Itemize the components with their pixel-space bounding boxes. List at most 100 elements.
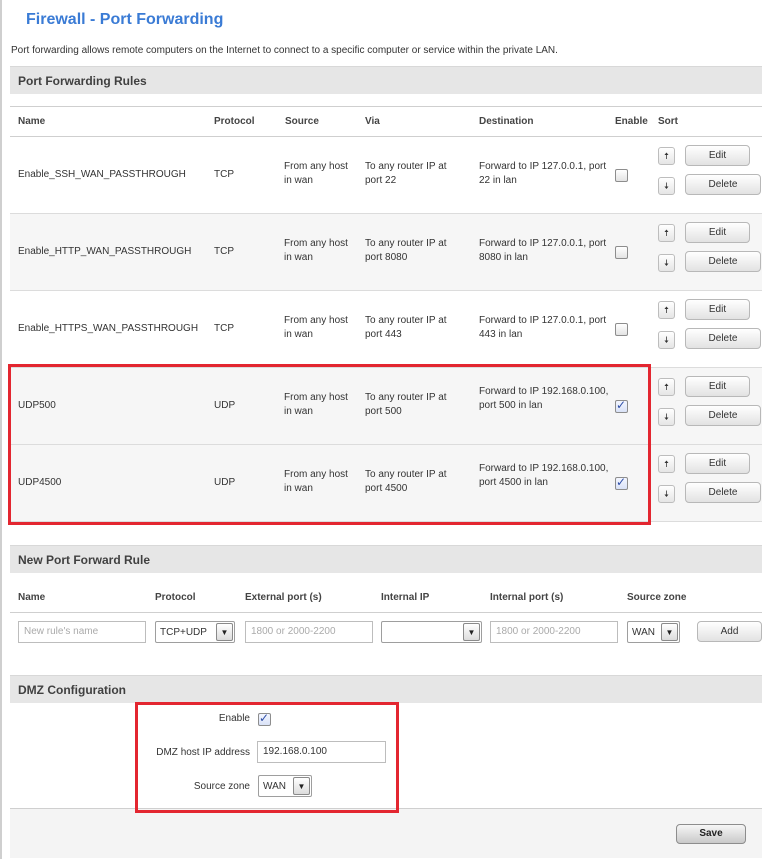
col-internal-ip: Internal IP [381,592,430,603]
rule-via: To any router IP at port 443 [365,315,447,340]
col-external-port: External port (s) [245,592,322,603]
new-rule-section-title: New Port Forward Rule [10,545,762,573]
col-enable: Enable [615,116,648,127]
source-zone-select-value: WAN [632,627,655,638]
rule-via: To any router IP at port 8080 [365,238,447,263]
rule-destination: Forward to IP 127.0.0.1, port 8080 in la… [479,238,607,263]
rule-source: From any host in wan [284,392,348,417]
edit-button[interactable]: Edit [685,453,750,474]
sort-down-button[interactable]: 🠇 [658,177,675,195]
intro-text: Port forwarding allows remote computers … [11,45,558,56]
rule-source: From any host in wan [284,469,348,494]
table-row: Enable_SSH_WAN_PASSTHROUGH TCP From any … [10,137,762,214]
check-icon: ✓ [616,398,627,412]
sort-up-button[interactable]: 🠅 [658,455,675,473]
sort-down-button[interactable]: 🠇 [658,485,675,503]
delete-button[interactable]: Delete [685,251,761,272]
sort-down-button[interactable]: 🠇 [658,331,675,349]
chevron-down-icon: ▼ [463,623,480,641]
chevron-down-icon: ▼ [216,623,233,641]
protocol-select-value: TCP+UDP [160,627,207,638]
table-row: Enable_HTTP_WAN_PASSTHROUGH TCP From any… [10,214,762,291]
sort-down-button[interactable]: 🠇 [658,254,675,272]
source-zone-select[interactable]: WAN ▼ [627,621,680,643]
rule-destination: Forward to IP 192.168.0.100, port 4500 i… [479,463,609,488]
new-rule-header-row: Name Protocol External port (s) Internal… [10,583,762,613]
rule-enable-checkbox[interactable]: ✓ [615,323,628,336]
col-protocol: Protocol [214,116,255,127]
footer-bar: Save [10,808,762,858]
rule-enable-checkbox[interactable]: ✓ [615,246,628,259]
add-rule-button[interactable]: Add [697,621,762,642]
edit-button[interactable]: Edit [685,145,750,166]
dmz-source-zone-value: WAN [263,781,286,792]
delete-button[interactable]: Delete [685,482,761,503]
sort-up-button[interactable]: 🠅 [658,301,675,319]
rule-source: From any host in wan [284,161,348,186]
rule-name: UDP4500 [18,477,62,488]
rules-section-title: Port Forwarding Rules [10,66,762,94]
rule-protocol: TCP [214,169,234,180]
rule-via: To any router IP at port 4500 [365,469,447,494]
rule-enable-checkbox[interactable]: ✓ [615,169,628,182]
rule-via: To any router IP at port 22 [365,161,447,186]
rule-protocol: TCP [214,246,234,257]
edit-button[interactable]: Edit [685,376,750,397]
page-title: Firewall - Port Forwarding [26,11,224,28]
save-button[interactable]: Save [676,824,746,844]
left-border [0,0,2,859]
table-row: Enable_HTTPS_WAN_PASSTHROUGH TCP From an… [10,291,762,368]
delete-button[interactable]: Delete [685,174,761,195]
rule-destination: Forward to IP 127.0.0.1, port 22 in lan [479,161,607,186]
dmz-host-ip-label: DMZ host IP address [156,747,250,758]
col-name: Name [18,116,46,127]
rules-table: Name Protocol Source Via Destination Ena… [10,106,762,522]
rule-enable-checkbox[interactable]: ✓ [615,475,628,490]
delete-button[interactable]: Delete [685,328,761,349]
rule-name: Enable_SSH_WAN_PASSTHROUGH [18,169,186,180]
rule-destination: Forward to IP 192.168.0.100, port 500 in… [479,386,609,411]
col-protocol: Protocol [155,592,196,603]
sort-up-button[interactable]: 🠅 [658,224,675,242]
rule-name: Enable_HTTPS_WAN_PASSTHROUGH [18,323,199,334]
internal-port-input[interactable]: 1800 or 2000-2200 [490,621,618,643]
chevron-down-icon: ▼ [661,623,678,641]
dmz-enable-label: Enable [218,713,250,724]
col-source: Source [285,116,319,127]
col-destination: Destination [479,116,534,127]
col-name: Name [18,592,46,603]
check-icon: ✓ [616,475,627,489]
table-row: UDP500 UDP From any host in wan To any r… [10,368,762,445]
internal-ip-select[interactable]: ▼ [381,621,482,643]
rule-protocol: UDP [214,400,236,411]
rule-source: From any host in wan [284,315,348,340]
dmz-source-zone-select[interactable]: WAN ▼ [258,775,312,797]
rule-enable-checkbox[interactable]: ✓ [615,398,628,413]
dmz-source-zone-label: Source zone [193,781,250,792]
dmz-host-ip-input[interactable]: 192.168.0.100 [257,741,386,763]
sort-up-button[interactable]: 🠅 [658,378,675,396]
rule-name-input[interactable]: New rule's name [18,621,146,643]
delete-button[interactable]: Delete [685,405,761,426]
dmz-section-title: DMZ Configuration [10,675,762,703]
protocol-select[interactable]: TCP+UDP ▼ [155,621,235,643]
external-port-input[interactable]: 1800 or 2000-2200 [245,621,373,643]
col-source-zone: Source zone [627,592,687,603]
col-via: Via [365,116,380,127]
dmz-enable-checkbox[interactable]: ✓ [258,711,271,726]
edit-button[interactable]: Edit [685,222,750,243]
sort-up-button[interactable]: 🠅 [658,147,675,165]
rule-protocol: TCP [214,323,234,334]
rule-via: To any router IP at port 500 [365,392,447,417]
rules-header-row: Name Protocol Source Via Destination Ena… [10,106,762,137]
check-icon: ✓ [259,711,270,725]
sort-down-button[interactable]: 🠇 [658,408,675,426]
rule-destination: Forward to IP 127.0.0.1, port 443 in lan [479,315,607,340]
table-row: UDP4500 UDP From any host in wan To any … [10,445,762,522]
dmz-form: Enable ✓ DMZ host IP address 192.168.0.1… [10,703,762,858]
edit-button[interactable]: Edit [685,299,750,320]
chevron-down-icon: ▼ [293,777,310,795]
rule-source: From any host in wan [284,238,348,263]
rule-protocol: UDP [214,477,236,488]
col-internal-port: Internal port (s) [490,592,564,603]
